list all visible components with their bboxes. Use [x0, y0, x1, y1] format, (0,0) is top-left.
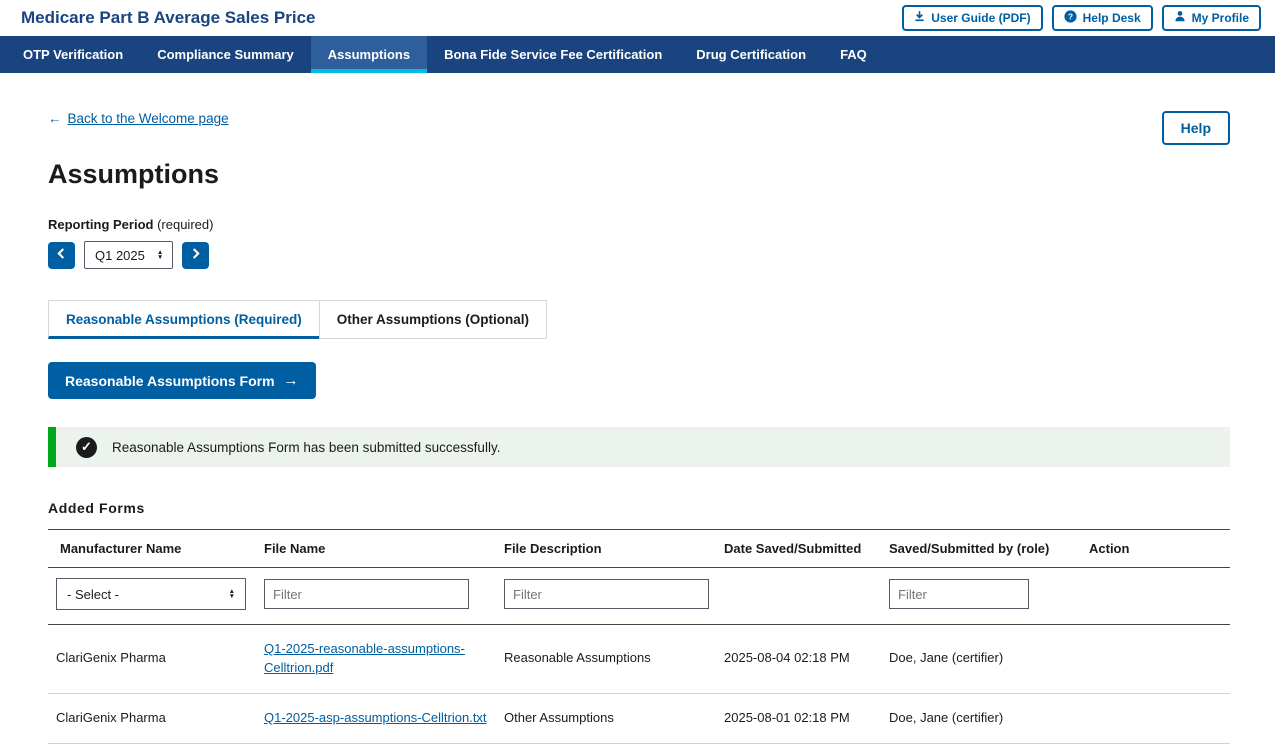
- help-desk-label: Help Desk: [1083, 11, 1141, 25]
- my-profile-label: My Profile: [1192, 11, 1249, 25]
- reporting-period-label: Reporting Period (required): [48, 217, 1230, 232]
- previous-period-button[interactable]: [48, 242, 75, 269]
- reporting-period-required-note: (required): [157, 217, 213, 232]
- caret-down-icon: ▼: [229, 594, 235, 599]
- next-period-button[interactable]: [182, 242, 209, 269]
- reasonable-assumptions-form-button-label: Reasonable Assumptions Form: [65, 373, 275, 389]
- file-name-filter-input[interactable]: [264, 579, 469, 609]
- reporting-period-label-text: Reporting Period: [48, 217, 153, 232]
- page-title: Assumptions: [48, 159, 1230, 190]
- back-link-label: Back to the Welcome page: [68, 111, 229, 126]
- back-row: ← Back to the Welcome page Help: [48, 111, 1230, 145]
- cell-manufacturer-name: ClariGenix Pharma: [48, 693, 256, 743]
- header-actions: User Guide (PDF) ? Help Desk My Profile: [902, 5, 1261, 31]
- download-icon: [914, 10, 925, 25]
- success-alert: ✓ Reasonable Assumptions Form has been s…: [48, 427, 1230, 467]
- check-circle-icon: ✓: [76, 437, 97, 458]
- select-stepper-icon: ▲ ▼: [157, 250, 163, 260]
- reporting-period-select[interactable]: Q1 2025 ▲ ▼: [84, 241, 173, 269]
- cell-file-description: Reasonable Assumptions: [496, 625, 716, 694]
- file-description-filter-input[interactable]: [504, 579, 709, 609]
- cell-saved-submitted-by: Doe, Jane (certifier): [881, 693, 1081, 743]
- nav-item-compliance-summary[interactable]: Compliance Summary: [140, 36, 311, 73]
- cell-date-saved-submitted: 2025-08-04 02:18 PM: [716, 625, 881, 694]
- help-icon: ?: [1064, 10, 1077, 26]
- cell-manufacturer-name: ClariGenix Pharma: [48, 625, 256, 694]
- help-desk-button[interactable]: ? Help Desk: [1052, 5, 1153, 31]
- app-title: Medicare Part B Average Sales Price: [21, 8, 316, 28]
- column-header-file-description: File Description: [496, 530, 716, 568]
- cell-file-description: Other Assumptions: [496, 693, 716, 743]
- user-guide-button[interactable]: User Guide (PDF): [902, 5, 1042, 31]
- saved-by-filter-input[interactable]: [889, 579, 1029, 609]
- tab-other-assumptions[interactable]: Other Assumptions (Optional): [319, 300, 547, 339]
- cell-saved-submitted-by: Doe, Jane (certifier): [881, 625, 1081, 694]
- cell-action: [1081, 625, 1230, 694]
- cell-date-saved-submitted: 2025-08-01 02:18 PM: [716, 693, 881, 743]
- manufacturer-filter-select[interactable]: - Select - ▲ ▼: [56, 578, 246, 610]
- nav-item-otp-verification[interactable]: OTP Verification: [6, 36, 140, 73]
- chevron-right-icon: [189, 247, 202, 263]
- added-forms-table: Manufacturer Name File Name File Descrip…: [48, 529, 1230, 744]
- column-header-file-name: File Name: [256, 530, 496, 568]
- file-name-link[interactable]: Q1-2025-reasonable-assumptions-Celltrion…: [264, 641, 465, 675]
- reporting-period-controls: Q1 2025 ▲ ▼: [48, 241, 1230, 269]
- back-to-welcome-link[interactable]: ← Back to the Welcome page: [48, 111, 229, 126]
- svg-text:?: ?: [1068, 11, 1073, 21]
- nav-item-drug-certification[interactable]: Drug Certification: [679, 36, 823, 73]
- top-header: Medicare Part B Average Sales Price User…: [0, 0, 1275, 36]
- caret-down-icon: ▼: [157, 255, 163, 260]
- cell-action: [1081, 693, 1230, 743]
- arrow-right-icon: →: [284, 372, 299, 389]
- table-filter-row: - Select - ▲ ▼: [48, 568, 1230, 625]
- nav-item-bona-fide-service-fee-certification[interactable]: Bona Fide Service Fee Certification: [427, 36, 679, 73]
- reasonable-assumptions-form-button[interactable]: Reasonable Assumptions Form →: [48, 362, 316, 399]
- nav-item-label: Assumptions: [328, 47, 410, 62]
- reporting-period-value: Q1 2025: [95, 248, 145, 263]
- my-profile-button[interactable]: My Profile: [1162, 5, 1261, 31]
- table-row: ClariGenix Pharma Q1-2025-reasonable-ass…: [48, 625, 1230, 694]
- file-name-link[interactable]: Q1-2025-asp-assumptions-Celltrion.txt: [264, 710, 487, 725]
- main-content: ← Back to the Welcome page Help Assumpti…: [0, 111, 1275, 744]
- tab-reasonable-assumptions[interactable]: Reasonable Assumptions (Required): [48, 300, 320, 339]
- table-row: ClariGenix Pharma Q1-2025-asp-assumption…: [48, 693, 1230, 743]
- check-glyph: ✓: [81, 439, 92, 455]
- nav-item-assumptions[interactable]: Assumptions: [311, 36, 427, 73]
- column-header-action: Action: [1081, 530, 1230, 568]
- select-stepper-icon: ▲ ▼: [229, 589, 235, 599]
- table-header-row: Manufacturer Name File Name File Descrip…: [48, 530, 1230, 568]
- nav-item-label: FAQ: [840, 47, 867, 62]
- added-forms-title: Added Forms: [48, 500, 1230, 516]
- manufacturer-filter-value: - Select -: [67, 587, 119, 602]
- column-header-saved-submitted-by: Saved/Submitted by (role): [881, 530, 1081, 568]
- nav-item-label: OTP Verification: [23, 47, 123, 62]
- nav-item-label: Drug Certification: [696, 47, 806, 62]
- person-icon: [1174, 10, 1186, 25]
- help-button[interactable]: Help: [1162, 111, 1230, 145]
- column-header-date-saved-submitted: Date Saved/Submitted: [716, 530, 881, 568]
- nav-item-faq[interactable]: FAQ: [823, 36, 884, 73]
- nav-item-label: Bona Fide Service Fee Certification: [444, 47, 662, 62]
- nav-item-label: Compliance Summary: [157, 47, 294, 62]
- chevron-left-icon: [55, 247, 68, 263]
- user-guide-label: User Guide (PDF): [931, 11, 1030, 25]
- success-alert-message: Reasonable Assumptions Form has been sub…: [112, 440, 500, 455]
- assumptions-tabs: Reasonable Assumptions (Required) Other …: [48, 300, 1230, 339]
- primary-nav: OTP Verification Compliance Summary Assu…: [0, 36, 1275, 73]
- arrow-left-icon: ←: [48, 111, 62, 126]
- column-header-manufacturer-name: Manufacturer Name: [48, 530, 256, 568]
